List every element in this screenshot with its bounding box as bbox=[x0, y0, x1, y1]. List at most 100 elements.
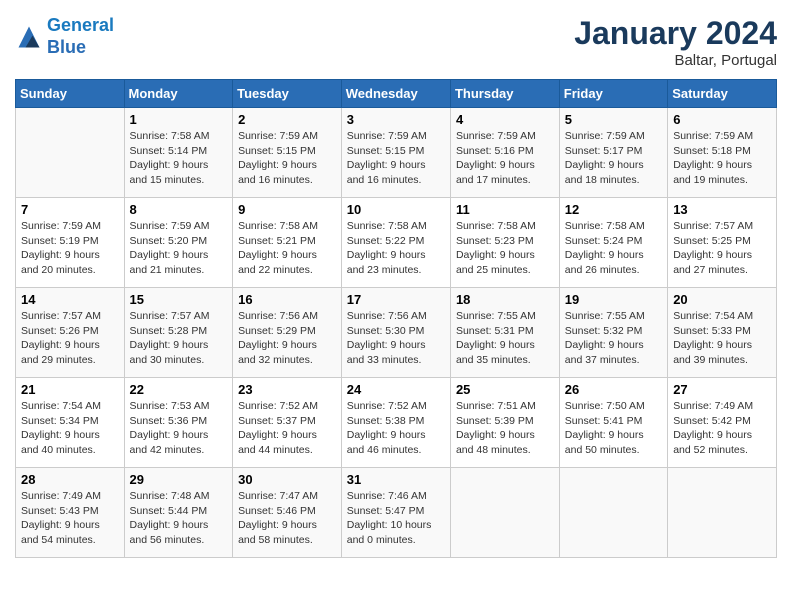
day-info: Sunrise: 7:50 AMSunset: 5:41 PMDaylight:… bbox=[565, 399, 662, 458]
calendar-cell bbox=[16, 108, 125, 198]
calendar-cell: 24 Sunrise: 7:52 AMSunset: 5:38 PMDaylig… bbox=[341, 378, 450, 468]
calendar-cell: 6 Sunrise: 7:59 AMSunset: 5:18 PMDayligh… bbox=[668, 108, 777, 198]
page-header: General Blue January 2024 Baltar, Portug… bbox=[15, 15, 777, 69]
day-number: 15 bbox=[130, 292, 228, 307]
title-area: January 2024 Baltar, Portugal bbox=[574, 15, 777, 69]
day-info: Sunrise: 7:59 AMSunset: 5:16 PMDaylight:… bbox=[456, 129, 554, 188]
col-saturday: Saturday bbox=[668, 80, 777, 108]
calendar-cell: 14 Sunrise: 7:57 AMSunset: 5:26 PMDaylig… bbox=[16, 288, 125, 378]
col-monday: Monday bbox=[124, 80, 233, 108]
calendar-cell: 18 Sunrise: 7:55 AMSunset: 5:31 PMDaylig… bbox=[450, 288, 559, 378]
day-number: 20 bbox=[673, 292, 771, 307]
day-info: Sunrise: 7:54 AMSunset: 5:33 PMDaylight:… bbox=[673, 309, 771, 368]
calendar-cell: 13 Sunrise: 7:57 AMSunset: 5:25 PMDaylig… bbox=[668, 198, 777, 288]
calendar-week-row: 7 Sunrise: 7:59 AMSunset: 5:19 PMDayligh… bbox=[16, 198, 777, 288]
day-info: Sunrise: 7:56 AMSunset: 5:29 PMDaylight:… bbox=[238, 309, 336, 368]
day-number: 8 bbox=[130, 202, 228, 217]
day-info: Sunrise: 7:58 AMSunset: 5:23 PMDaylight:… bbox=[456, 219, 554, 278]
day-info: Sunrise: 7:59 AMSunset: 5:20 PMDaylight:… bbox=[130, 219, 228, 278]
calendar-cell: 11 Sunrise: 7:58 AMSunset: 5:23 PMDaylig… bbox=[450, 198, 559, 288]
day-number: 29 bbox=[130, 472, 228, 487]
calendar-cell: 26 Sunrise: 7:50 AMSunset: 5:41 PMDaylig… bbox=[559, 378, 667, 468]
day-info: Sunrise: 7:51 AMSunset: 5:39 PMDaylight:… bbox=[456, 399, 554, 458]
day-number: 26 bbox=[565, 382, 662, 397]
logo: General Blue bbox=[15, 15, 114, 58]
day-info: Sunrise: 7:59 AMSunset: 5:18 PMDaylight:… bbox=[673, 129, 771, 188]
calendar-cell: 5 Sunrise: 7:59 AMSunset: 5:17 PMDayligh… bbox=[559, 108, 667, 198]
calendar-cell: 3 Sunrise: 7:59 AMSunset: 5:15 PMDayligh… bbox=[341, 108, 450, 198]
calendar-week-row: 28 Sunrise: 7:49 AMSunset: 5:43 PMDaylig… bbox=[16, 468, 777, 558]
day-info: Sunrise: 7:57 AMSunset: 5:26 PMDaylight:… bbox=[21, 309, 119, 368]
calendar-cell bbox=[559, 468, 667, 558]
day-info: Sunrise: 7:53 AMSunset: 5:36 PMDaylight:… bbox=[130, 399, 228, 458]
calendar-cell: 16 Sunrise: 7:56 AMSunset: 5:29 PMDaylig… bbox=[233, 288, 342, 378]
day-number: 22 bbox=[130, 382, 228, 397]
calendar-cell: 4 Sunrise: 7:59 AMSunset: 5:16 PMDayligh… bbox=[450, 108, 559, 198]
calendar-cell: 8 Sunrise: 7:59 AMSunset: 5:20 PMDayligh… bbox=[124, 198, 233, 288]
day-number: 3 bbox=[347, 112, 445, 127]
day-number: 17 bbox=[347, 292, 445, 307]
day-info: Sunrise: 7:59 AMSunset: 5:17 PMDaylight:… bbox=[565, 129, 662, 188]
calendar-cell: 31 Sunrise: 7:46 AMSunset: 5:47 PMDaylig… bbox=[341, 468, 450, 558]
day-info: Sunrise: 7:55 AMSunset: 5:32 PMDaylight:… bbox=[565, 309, 662, 368]
calendar-cell: 25 Sunrise: 7:51 AMSunset: 5:39 PMDaylig… bbox=[450, 378, 559, 468]
location: Baltar, Portugal bbox=[574, 52, 777, 69]
day-info: Sunrise: 7:58 AMSunset: 5:24 PMDaylight:… bbox=[565, 219, 662, 278]
calendar-cell: 28 Sunrise: 7:49 AMSunset: 5:43 PMDaylig… bbox=[16, 468, 125, 558]
calendar-cell: 22 Sunrise: 7:53 AMSunset: 5:36 PMDaylig… bbox=[124, 378, 233, 468]
day-info: Sunrise: 7:57 AMSunset: 5:28 PMDaylight:… bbox=[130, 309, 228, 368]
day-info: Sunrise: 7:49 AMSunset: 5:42 PMDaylight:… bbox=[673, 399, 771, 458]
day-info: Sunrise: 7:49 AMSunset: 5:43 PMDaylight:… bbox=[21, 489, 119, 548]
calendar-cell bbox=[450, 468, 559, 558]
calendar-cell: 21 Sunrise: 7:54 AMSunset: 5:34 PMDaylig… bbox=[16, 378, 125, 468]
day-info: Sunrise: 7:56 AMSunset: 5:30 PMDaylight:… bbox=[347, 309, 445, 368]
calendar-cell: 15 Sunrise: 7:57 AMSunset: 5:28 PMDaylig… bbox=[124, 288, 233, 378]
day-info: Sunrise: 7:46 AMSunset: 5:47 PMDaylight:… bbox=[347, 489, 445, 548]
day-number: 27 bbox=[673, 382, 771, 397]
calendar-week-row: 14 Sunrise: 7:57 AMSunset: 5:26 PMDaylig… bbox=[16, 288, 777, 378]
day-number: 10 bbox=[347, 202, 445, 217]
day-number: 9 bbox=[238, 202, 336, 217]
calendar-cell: 7 Sunrise: 7:59 AMSunset: 5:19 PMDayligh… bbox=[16, 198, 125, 288]
day-info: Sunrise: 7:59 AMSunset: 5:15 PMDaylight:… bbox=[238, 129, 336, 188]
day-number: 13 bbox=[673, 202, 771, 217]
col-thursday: Thursday bbox=[450, 80, 559, 108]
day-number: 6 bbox=[673, 112, 771, 127]
calendar-header-row: Sunday Monday Tuesday Wednesday Thursday… bbox=[16, 80, 777, 108]
col-wednesday: Wednesday bbox=[341, 80, 450, 108]
day-number: 14 bbox=[21, 292, 119, 307]
day-info: Sunrise: 7:57 AMSunset: 5:25 PMDaylight:… bbox=[673, 219, 771, 278]
logo-icon bbox=[15, 23, 43, 51]
calendar-cell bbox=[668, 468, 777, 558]
day-number: 16 bbox=[238, 292, 336, 307]
day-info: Sunrise: 7:54 AMSunset: 5:34 PMDaylight:… bbox=[21, 399, 119, 458]
calendar-cell: 20 Sunrise: 7:54 AMSunset: 5:33 PMDaylig… bbox=[668, 288, 777, 378]
calendar-cell: 29 Sunrise: 7:48 AMSunset: 5:44 PMDaylig… bbox=[124, 468, 233, 558]
calendar-cell: 27 Sunrise: 7:49 AMSunset: 5:42 PMDaylig… bbox=[668, 378, 777, 468]
day-number: 25 bbox=[456, 382, 554, 397]
day-number: 1 bbox=[130, 112, 228, 127]
day-info: Sunrise: 7:58 AMSunset: 5:22 PMDaylight:… bbox=[347, 219, 445, 278]
day-number: 12 bbox=[565, 202, 662, 217]
day-number: 23 bbox=[238, 382, 336, 397]
calendar-cell: 10 Sunrise: 7:58 AMSunset: 5:22 PMDaylig… bbox=[341, 198, 450, 288]
col-friday: Friday bbox=[559, 80, 667, 108]
day-number: 19 bbox=[565, 292, 662, 307]
day-number: 5 bbox=[565, 112, 662, 127]
day-number: 31 bbox=[347, 472, 445, 487]
day-number: 21 bbox=[21, 382, 119, 397]
calendar-table: Sunday Monday Tuesday Wednesday Thursday… bbox=[15, 79, 777, 558]
day-info: Sunrise: 7:47 AMSunset: 5:46 PMDaylight:… bbox=[238, 489, 336, 548]
calendar-cell: 9 Sunrise: 7:58 AMSunset: 5:21 PMDayligh… bbox=[233, 198, 342, 288]
col-sunday: Sunday bbox=[16, 80, 125, 108]
day-number: 7 bbox=[21, 202, 119, 217]
logo-text: General Blue bbox=[47, 15, 114, 58]
day-number: 2 bbox=[238, 112, 336, 127]
month-title: January 2024 bbox=[574, 15, 777, 52]
day-number: 11 bbox=[456, 202, 554, 217]
day-info: Sunrise: 7:58 AMSunset: 5:14 PMDaylight:… bbox=[130, 129, 228, 188]
calendar-cell: 1 Sunrise: 7:58 AMSunset: 5:14 PMDayligh… bbox=[124, 108, 233, 198]
calendar-week-row: 1 Sunrise: 7:58 AMSunset: 5:14 PMDayligh… bbox=[16, 108, 777, 198]
calendar-cell: 30 Sunrise: 7:47 AMSunset: 5:46 PMDaylig… bbox=[233, 468, 342, 558]
day-info: Sunrise: 7:58 AMSunset: 5:21 PMDaylight:… bbox=[238, 219, 336, 278]
